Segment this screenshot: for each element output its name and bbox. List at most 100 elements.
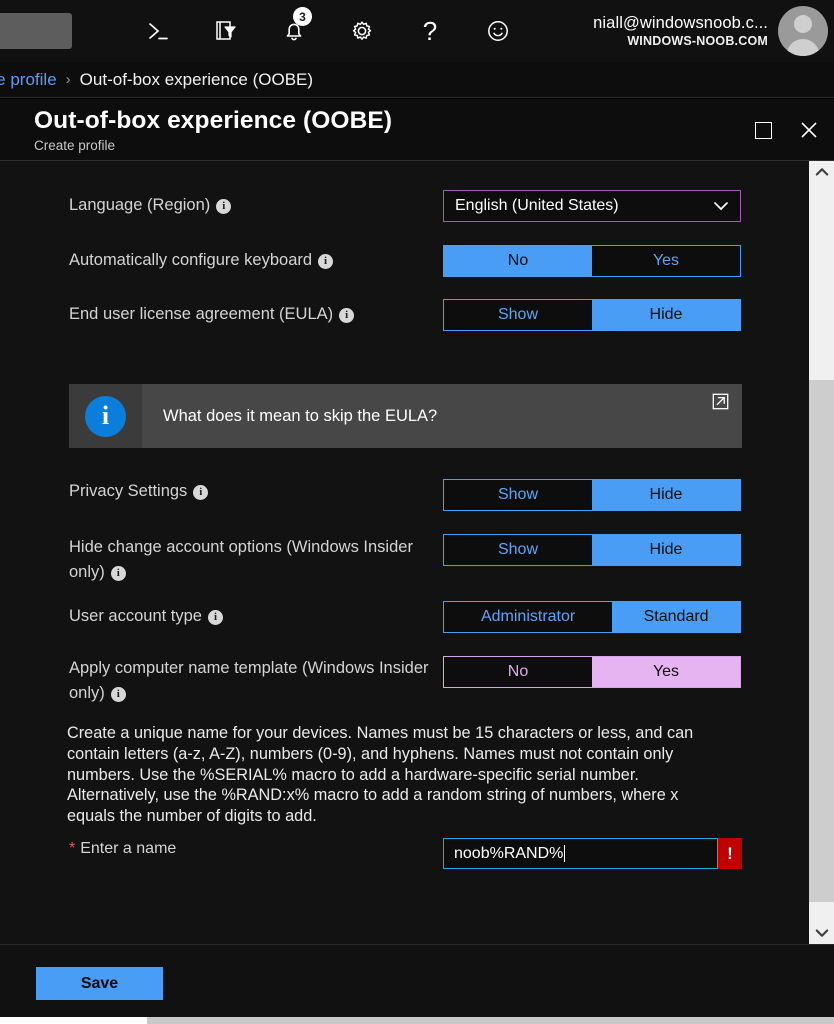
notifications-bell-icon[interactable]: 3 — [260, 0, 328, 62]
hide-change-account-toggle[interactable]: Show Hide — [443, 534, 741, 566]
field-label: Apply computer name template (Windows In… — [69, 656, 434, 706]
enter-a-name-label: * Enter a name — [69, 840, 176, 858]
field-apply-computer-name-template: Apply computer name template (Windows In… — [69, 656, 434, 706]
account-text: niall@windowsnoob.c... WINDOWS-NOOB.COM — [593, 14, 768, 49]
save-button[interactable]: Save — [36, 967, 163, 1000]
eula-info-banner[interactable]: i What does it mean to skip the EULA? — [69, 384, 742, 448]
help-question-icon[interactable]: ? — [396, 0, 464, 62]
field-privacy-settings: Privacy Settings i — [69, 479, 434, 504]
blade-header-actions — [746, 99, 826, 161]
field-label: Hide change account options (Windows Ins… — [69, 535, 434, 585]
required-asterisk: * — [69, 840, 76, 857]
info-icon[interactable]: i — [110, 566, 126, 581]
field-label: Language (Region) i — [69, 193, 434, 218]
account-upn: niall@windowsnoob.c... — [593, 13, 768, 32]
toggle-option-hide[interactable]: Hide — [592, 300, 740, 330]
breadcrumb-current: Out-of-box experience (OOBE) — [79, 69, 314, 89]
banner-text: What does it mean to skip the EULA? — [163, 406, 438, 425]
computer-name-template-toggle[interactable]: No Yes — [443, 656, 741, 688]
info-icon[interactable]: i — [318, 254, 334, 269]
top-navigation-bar: 3 ? niall@windowsnoob.c... WINDOWS-NOOB.… — [0, 0, 834, 62]
field-label: End user license agreement (EULA) i — [69, 302, 434, 327]
field-label-text: Privacy Settings — [69, 482, 188, 500]
blade-header: Out-of-box experience (OOBE) Create prof… — [0, 99, 834, 161]
toggle-group: No Yes — [443, 245, 741, 277]
field-label: Automatically configure keyboard i — [69, 248, 434, 273]
page-title: Out-of-box experience (OOBE) — [34, 107, 393, 134]
info-icon[interactable]: i — [193, 485, 209, 500]
settings-gear-icon[interactable] — [328, 0, 396, 62]
toggle-group: Show Hide — [443, 299, 741, 331]
toggle-option-hide[interactable]: Hide — [592, 535, 740, 565]
name-template-description: Create a unique name for your devices. N… — [67, 724, 694, 826]
account-tenant: WINDOWS-NOOB.COM — [627, 33, 768, 48]
field-label: User account type i — [69, 604, 434, 629]
field-label: Privacy Settings i — [69, 479, 434, 504]
topbar-icon-group: 3 ? — [124, 0, 532, 62]
privacy-settings-toggle[interactable]: Show Hide — [443, 479, 741, 511]
avatar-head — [794, 15, 812, 33]
window-bottom-strip-left — [0, 1017, 147, 1024]
scroll-down-arrow-icon[interactable] — [809, 922, 834, 944]
toggle-group: No Yes — [443, 656, 741, 688]
directories-filter-icon[interactable] — [192, 0, 260, 62]
feedback-smiley-icon[interactable] — [464, 0, 532, 62]
open-in-new-icon[interactable] — [698, 384, 742, 448]
toggle-option-no[interactable]: No — [444, 246, 592, 276]
info-icon[interactable]: i — [339, 308, 355, 323]
toggle-option-yes[interactable]: Yes — [592, 246, 740, 276]
toggle-group: Show Hide — [443, 479, 741, 511]
window-bottom-strip — [0, 1017, 834, 1024]
maximize-icon — [754, 121, 772, 139]
language-selected-value: English (United States) — [455, 197, 619, 214]
toggle-option-no[interactable]: No — [444, 657, 592, 687]
field-label-text: End user license agreement (EULA) — [69, 305, 334, 323]
field-label-text: Language (Region) — [69, 196, 211, 214]
close-icon — [801, 122, 817, 138]
field-auto-configure-keyboard: Automatically configure keyboard i — [69, 248, 434, 273]
language-dropdown[interactable]: English (United States) — [443, 190, 741, 222]
close-button[interactable] — [792, 113, 826, 147]
validation-error-badge: ! — [718, 838, 742, 869]
field-label-text: User account type — [69, 607, 202, 625]
maximize-button[interactable] — [746, 113, 780, 147]
toggle-option-show[interactable]: Show — [444, 480, 592, 510]
avatar[interactable] — [778, 6, 828, 56]
language-select[interactable]: English (United States) — [443, 190, 741, 222]
name-input-group: noob%RAND% ! — [443, 838, 742, 869]
toggle-option-standard[interactable]: Standard — [612, 602, 740, 632]
breadcrumb: ate profile › Out-of-box experience (OOB… — [0, 62, 834, 98]
auto-keyboard-toggle[interactable]: No Yes — [443, 245, 741, 277]
info-icon[interactable]: i — [110, 687, 126, 702]
toggle-option-administrator[interactable]: Administrator — [444, 602, 613, 632]
info-icon[interactable]: i — [207, 610, 223, 625]
field-label-text: Automatically configure keyboard — [69, 251, 313, 269]
blade-content: Language (Region) i English (United State… — [0, 161, 809, 944]
field-hide-change-account-options: Hide change account options (Windows Ins… — [69, 535, 434, 585]
toggle-group: Show Hide — [443, 534, 741, 566]
avatar-body — [786, 39, 820, 56]
toggle-option-show[interactable]: Show — [444, 535, 592, 565]
cloud-shell-icon[interactable] — [124, 0, 192, 62]
name-input-value: noob%RAND% — [454, 844, 564, 862]
global-search-stub[interactable] — [0, 13, 72, 49]
toggle-group: Administrator Standard — [443, 601, 741, 633]
info-icon[interactable]: i — [216, 199, 232, 214]
name-input[interactable]: noob%RAND% — [443, 838, 718, 869]
toggle-option-yes[interactable]: Yes — [592, 657, 740, 687]
scroll-up-arrow-icon[interactable] — [809, 161, 834, 183]
content-scrollbar[interactable] — [809, 161, 834, 944]
breadcrumb-parent-link[interactable]: ate profile — [0, 70, 57, 90]
blade-footer: Save — [0, 944, 834, 1017]
scrollbar-thumb[interactable] — [809, 380, 834, 902]
account-menu[interactable]: niall@windowsnoob.c... WINDOWS-NOOB.COM — [593, 0, 834, 62]
page-subtitle: Create profile — [34, 138, 116, 153]
toggle-option-hide[interactable]: Hide — [592, 480, 740, 510]
toggle-option-show[interactable]: Show — [444, 300, 592, 330]
eula-toggle[interactable]: Show Hide — [443, 299, 741, 331]
info-circle-icon: i — [85, 395, 126, 437]
user-account-type-toggle[interactable]: Administrator Standard — [443, 601, 741, 633]
notification-count-badge: 3 — [293, 7, 312, 26]
field-user-account-type: User account type i — [69, 604, 434, 629]
field-language-region: Language (Region) i — [69, 193, 434, 218]
